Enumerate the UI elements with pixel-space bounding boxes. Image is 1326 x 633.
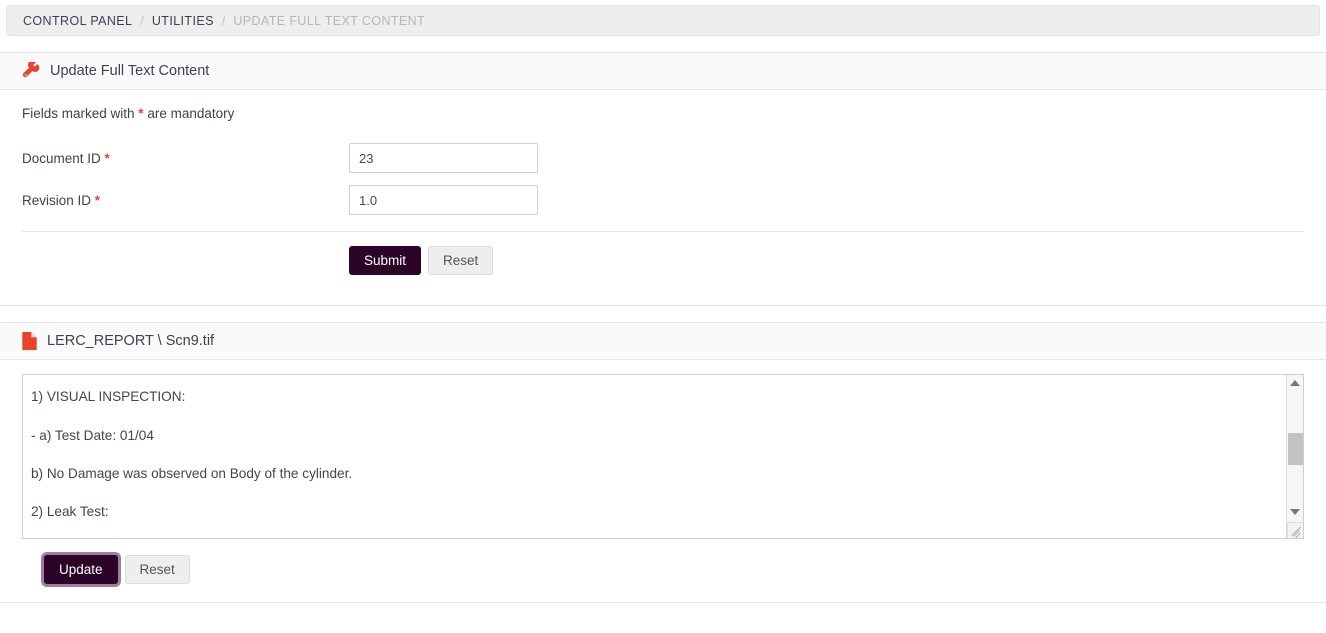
document-reset-button[interactable]: Reset bbox=[125, 555, 190, 584]
textarea-text[interactable]: 1) VISUAL INSPECTION: - a) Test Date: 01… bbox=[23, 374, 1287, 539]
mandatory-note-before: Fields marked with bbox=[22, 106, 138, 121]
submit-button[interactable]: Submit bbox=[349, 246, 421, 275]
mandatory-note: Fields marked with * are mandatory bbox=[22, 106, 1304, 121]
textarea-scrollbar[interactable] bbox=[1286, 375, 1303, 538]
breadcrumb: CONTROL PANEL / UTILITIES / UPDATE FULL … bbox=[6, 5, 1320, 36]
full-text-textarea[interactable]: 1) VISUAL INSPECTION: - a) Test Date: 01… bbox=[22, 374, 1304, 539]
document-panel-header: LERC_REPORT \ Scn9.tif bbox=[0, 323, 1326, 360]
form-button-row: Submit Reset bbox=[22, 246, 1304, 275]
breadcrumb-separator: / bbox=[140, 14, 143, 28]
required-star: * bbox=[95, 193, 100, 208]
document-panel-title: LERC_REPORT \ Scn9.tif bbox=[47, 333, 214, 349]
breadcrumb-separator: / bbox=[222, 14, 225, 28]
form-row-document-id: Document ID * bbox=[22, 143, 1304, 173]
form-body: Fields marked with * are mandatory Docum… bbox=[0, 90, 1326, 275]
revision-id-input[interactable] bbox=[349, 185, 538, 215]
document-id-label-text: Document ID bbox=[22, 151, 101, 166]
mandatory-note-after: are mandatory bbox=[144, 106, 235, 121]
document-id-input[interactable] bbox=[349, 143, 538, 173]
file-icon bbox=[22, 332, 37, 350]
revision-id-label-text: Revision ID bbox=[22, 193, 91, 208]
breadcrumb-item-current: UPDATE FULL TEXT CONTENT bbox=[233, 14, 425, 28]
resize-grip-icon[interactable] bbox=[1287, 522, 1303, 538]
update-full-text-panel: Update Full Text Content Fields marked w… bbox=[0, 52, 1326, 306]
required-star: * bbox=[105, 151, 110, 166]
form-divider bbox=[22, 231, 1304, 232]
text-line: 1) VISUAL INSPECTION: bbox=[31, 387, 1279, 406]
update-button[interactable]: Update bbox=[44, 555, 118, 584]
text-line: 2) Leak Test: bbox=[31, 502, 1279, 521]
wrench-icon bbox=[22, 62, 40, 80]
panel-header: Update Full Text Content bbox=[0, 53, 1326, 90]
document-body: 1) VISUAL INSPECTION: - a) Test Date: 01… bbox=[0, 360, 1326, 584]
scroll-down-icon[interactable] bbox=[1287, 504, 1303, 520]
document-id-label: Document ID * bbox=[22, 151, 349, 166]
form-row-revision-id: Revision ID * bbox=[22, 185, 1304, 215]
scrollbar-thumb[interactable] bbox=[1288, 433, 1303, 465]
document-panel: LERC_REPORT \ Scn9.tif 1) VISUAL INSPECT… bbox=[0, 322, 1326, 603]
reset-button[interactable]: Reset bbox=[428, 246, 493, 275]
breadcrumb-item-control-panel[interactable]: CONTROL PANEL bbox=[23, 14, 132, 28]
page-root: CONTROL PANEL / UTILITIES / UPDATE FULL … bbox=[0, 0, 1326, 633]
text-line: - a) Test Date: 01/04 bbox=[31, 426, 1279, 445]
panel-title: Update Full Text Content bbox=[50, 63, 209, 79]
revision-id-label: Revision ID * bbox=[22, 193, 349, 208]
breadcrumb-item-utilities[interactable]: UTILITIES bbox=[152, 14, 214, 28]
scroll-up-icon[interactable] bbox=[1287, 375, 1303, 391]
document-button-row: Update Reset bbox=[22, 539, 1304, 584]
text-line: b) No Damage was observed on Body of the… bbox=[31, 464, 1279, 483]
